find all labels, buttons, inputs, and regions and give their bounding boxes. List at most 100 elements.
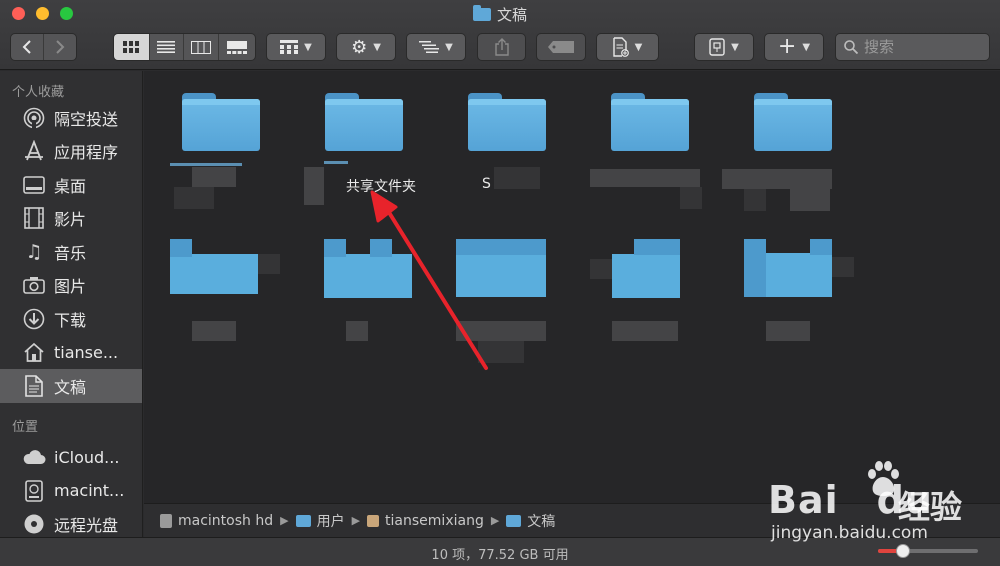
sidebar-item-remote-disc[interactable]: 远程光盘	[0, 508, 142, 540]
pixelated-label	[170, 163, 242, 166]
folder-item[interactable]	[468, 93, 546, 151]
pixelated-item	[456, 321, 546, 341]
sidebar-item-pictures[interactable]: 图片	[0, 269, 142, 303]
folder-item[interactable]	[754, 93, 832, 151]
forward-button[interactable]	[44, 34, 77, 60]
pixelated-item[interactable]	[612, 254, 680, 298]
column-view-button[interactable]	[184, 34, 219, 60]
tag-button[interactable]	[536, 33, 586, 61]
gear-icon: ⚙	[351, 36, 368, 58]
sidebar-item-label: 文稿	[54, 377, 87, 397]
pixelated-item	[744, 239, 766, 297]
folder-item[interactable]	[611, 93, 689, 151]
download-icon	[22, 307, 46, 331]
pixelated-item	[832, 257, 854, 277]
sidebar-item-label: 桌面	[54, 176, 87, 196]
group-button[interactable]: ▼	[266, 33, 326, 61]
cloud-icon	[22, 445, 46, 469]
pixelated-item[interactable]	[456, 253, 546, 297]
icon-view-icon	[123, 41, 140, 53]
share-button[interactable]	[477, 33, 526, 61]
sidebar-item-documents[interactable]: 文稿	[0, 369, 142, 403]
icon-view-button[interactable]	[114, 34, 150, 60]
music-icon: ♫	[25, 240, 43, 263]
sidebar-item-music[interactable]: ♫ 音乐	[0, 235, 142, 269]
disc-icon	[22, 512, 46, 536]
gallery-view-button[interactable]	[219, 34, 255, 60]
pixelated-item	[370, 239, 392, 257]
pixelated-item[interactable]	[170, 254, 258, 294]
search-field[interactable]	[835, 33, 990, 61]
sidebar-item-macintosh-hd[interactable]: macint...	[0, 474, 142, 508]
harddisk-icon	[22, 479, 46, 503]
sidebar-item-label: tianse...	[54, 342, 119, 362]
pixelated-item	[324, 239, 346, 257]
airdrop-icon	[22, 106, 46, 130]
pixelated-item	[456, 239, 546, 255]
chevron-down-icon: ▼	[802, 41, 811, 53]
home-icon	[22, 340, 46, 364]
pixelated-item[interactable]	[324, 254, 412, 298]
path-item-users[interactable]: 用户	[295, 511, 345, 531]
folder-item-shared[interactable]	[325, 93, 403, 151]
pixelated-item	[634, 239, 680, 255]
pixelated-item	[612, 321, 678, 341]
new-document-button[interactable]: ▼	[596, 33, 659, 61]
watermark-url: jingyan.baidu.com	[771, 523, 928, 543]
list-view-button[interactable]	[150, 34, 185, 60]
gallery-view-icon	[226, 40, 247, 54]
sidebar-item-label: 图片	[54, 277, 87, 297]
folder-item[interactable]	[182, 93, 260, 151]
chevron-left-icon	[22, 40, 31, 54]
camera-icon	[22, 273, 46, 297]
arrange-button[interactable]: ▼	[406, 33, 466, 61]
chevron-right-icon	[56, 40, 65, 54]
pixelated-label	[744, 189, 766, 211]
archive-button[interactable]: ▼	[694, 33, 754, 61]
sidebar-item-home[interactable]: tianse...	[0, 336, 142, 370]
sidebar-item-airdrop[interactable]: 隔空投送	[0, 101, 142, 135]
pixelated-item	[192, 321, 236, 341]
pixelated-label	[324, 161, 348, 164]
plus-icon: +	[777, 34, 797, 59]
pixelated-label	[174, 187, 214, 209]
chevron-right-icon: ▶	[351, 514, 361, 527]
titlebar: 文稿 ▼ ⚙ ▼ ▼ ▼ ▼ + ▼ 搜索	[0, 0, 1000, 70]
search-input[interactable]	[864, 38, 984, 56]
pixelated-item	[478, 341, 524, 363]
add-button[interactable]: + ▼	[764, 33, 824, 61]
chevron-down-icon: ▼	[731, 41, 739, 53]
column-view-icon	[190, 40, 211, 54]
pixelated-item	[346, 321, 368, 341]
pixelated-label	[590, 169, 700, 187]
sidebar-item-applications[interactable]: 应用程序	[0, 135, 142, 169]
baidu-watermark: Bai du 经验 jingyan.baidu.com	[768, 460, 993, 550]
chevron-right-icon: ▶	[490, 514, 500, 527]
sidebar-item-label: macint...	[54, 481, 125, 501]
sidebar-item-label: 下载	[54, 310, 87, 330]
sidebar-item-desktop[interactable]: 桌面	[0, 168, 142, 202]
pixelated-label	[790, 189, 830, 211]
action-button[interactable]: ⚙ ▼	[336, 33, 396, 61]
list-view-icon	[157, 41, 176, 53]
document-icon	[22, 374, 46, 398]
window-title: 文稿	[0, 4, 1000, 25]
pixelated-item	[590, 259, 612, 279]
chevron-right-icon: ▶	[280, 514, 289, 527]
back-button[interactable]	[11, 34, 44, 60]
path-item-macintosh-hd[interactable]: macintosh hd	[160, 513, 273, 529]
sidebar-item-icloud[interactable]: iCloud...	[0, 441, 142, 475]
folder-label-shared: 共享文件夹	[346, 179, 416, 195]
pixelated-item[interactable]	[766, 253, 832, 297]
grid-group-icon	[280, 40, 299, 54]
sidebar-item-movies[interactable]: 影片	[0, 202, 142, 236]
pixelated-item	[810, 239, 832, 255]
chevron-down-icon: ▼	[304, 41, 312, 53]
path-item-documents[interactable]: 文稿	[506, 511, 555, 531]
sidebar-item-downloads[interactable]: 下载	[0, 302, 142, 336]
desktop-icon	[22, 173, 46, 197]
watermark-chinese: 经验	[898, 488, 963, 526]
pixelated-item	[766, 321, 810, 341]
path-item-home[interactable]: tiansemixiang	[367, 513, 484, 529]
sidebar-item-label: 应用程序	[54, 143, 119, 163]
